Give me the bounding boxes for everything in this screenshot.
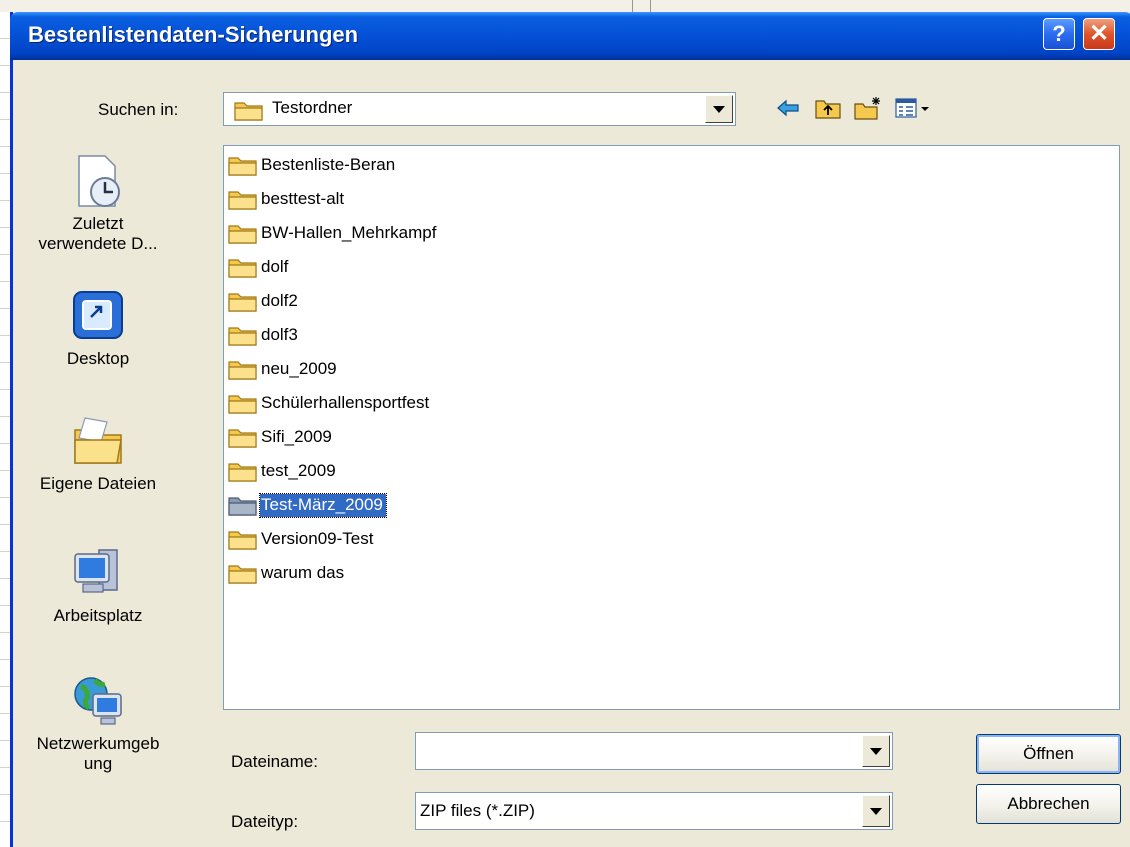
file-name: besttest-alt (261, 188, 345, 208)
file-name: dolf3 (261, 324, 298, 344)
new-folder-button[interactable] (853, 94, 883, 122)
my-computer-icon (74, 549, 118, 593)
file-item[interactable]: Sifi_2009 (228, 423, 335, 451)
file-item-selected[interactable]: Test-März_2009 (228, 491, 387, 519)
network-places-icon (74, 677, 122, 725)
folder-icon (228, 463, 257, 482)
file-item[interactable]: test_2009 (228, 457, 339, 485)
filename-dropdown-button[interactable] (862, 735, 890, 767)
folder-icon (228, 259, 257, 278)
place-recent-documents[interactable]: Zuletzt verwendete D... (3, 152, 193, 254)
file-name: dolf (261, 256, 289, 276)
view-menu-button[interactable] (893, 94, 933, 122)
filetype-label: Dateityp: (231, 812, 299, 831)
file-name: Bestenliste-Beran (261, 154, 396, 174)
folder-icon (234, 102, 263, 121)
filetype-dropdown-button[interactable] (862, 795, 890, 827)
cancel-button[interactable]: Abbrechen (976, 784, 1121, 824)
help-button[interactable]: ? (1043, 18, 1075, 50)
file-item[interactable]: BW-Hallen_Mehrkampf (228, 219, 439, 247)
file-item[interactable]: Version09-Test (228, 525, 376, 553)
lookin-label: Suchen in: (98, 100, 179, 119)
folder-icon (228, 429, 257, 448)
lookin-dropdown-button[interactable] (705, 95, 733, 123)
filename-combobox[interactable] (415, 732, 893, 770)
folder-icon (228, 531, 257, 550)
file-name: BW-Hallen_Mehrkampf (261, 222, 437, 242)
place-my-computer[interactable]: Arbeitsplatz (3, 544, 193, 626)
open-file-dialog: Bestenlistendaten-Sicherungen ? ✕ Suchen… (10, 12, 1130, 847)
folder-icon (228, 225, 257, 244)
chevron-down-icon (713, 105, 725, 113)
folder-icon (228, 293, 257, 312)
filetype-value: ZIP files (*.ZIP) (420, 801, 535, 820)
folder-icon (228, 157, 257, 176)
chevron-down-icon (870, 807, 882, 815)
file-item[interactable]: Schülerhallensportfest (228, 389, 432, 417)
desktop-icon (73, 291, 123, 339)
file-name: Version09-Test (261, 528, 374, 548)
file-name: test_2009 (261, 460, 336, 480)
file-name: warum das (261, 562, 345, 582)
file-item[interactable]: dolf3 (228, 321, 301, 349)
place-label-desktop: Desktop (66, 349, 130, 368)
file-list[interactable]: Bestenliste-Beran besttest-alt BW-Hallen… (223, 145, 1120, 710)
place-desktop[interactable]: Desktop (3, 287, 193, 369)
folder-icon (228, 327, 257, 346)
file-name: Test-März_2009 (259, 492, 387, 518)
file-name: Sifi_2009 (261, 426, 332, 446)
file-item[interactable]: warum das (228, 559, 347, 587)
file-item[interactable]: dolf2 (228, 287, 301, 315)
lookin-value: Testordner (272, 98, 353, 117)
back-button[interactable] (773, 94, 803, 122)
back-icon (777, 99, 799, 117)
place-label-my-documents: Eigene Dateien (39, 474, 157, 493)
filename-label: Dateiname: (231, 752, 318, 771)
place-network[interactable]: Netzwerkumgeb ung (3, 672, 193, 774)
folder-icon (228, 395, 257, 414)
place-my-documents[interactable]: Eigene Dateien (3, 412, 193, 494)
file-item[interactable]: dolf (228, 253, 291, 281)
folder-icon (228, 497, 257, 516)
chevron-down-icon (870, 747, 882, 755)
folder-icon (228, 191, 257, 210)
folder-icon (228, 565, 257, 584)
file-name: dolf2 (261, 290, 298, 310)
open-button[interactable]: Öffnen (976, 734, 1121, 774)
file-name: Schülerhallensportfest (261, 392, 430, 412)
lookin-combobox[interactable]: Testordner (223, 92, 736, 126)
title-bar[interactable]: Bestenlistendaten-Sicherungen ? ✕ (10, 12, 1130, 60)
new-folder-icon (854, 97, 880, 120)
up-folder-button[interactable] (813, 94, 843, 122)
file-item[interactable]: neu_2009 (228, 355, 340, 383)
dialog-title: Bestenlistendaten-Sicherungen (28, 22, 359, 47)
folder-icon (228, 361, 257, 380)
view-menu-icon (895, 98, 929, 118)
my-documents-icon (74, 417, 122, 464)
file-item[interactable]: Bestenliste-Beran (228, 151, 398, 179)
recent-documents-icon (78, 155, 120, 207)
place-label-my-computer: Arbeitsplatz (53, 606, 143, 625)
up-folder-icon (815, 100, 841, 119)
file-item[interactable]: besttest-alt (228, 185, 347, 213)
close-button[interactable]: ✕ (1083, 18, 1115, 50)
filetype-combobox[interactable]: ZIP files (*.ZIP) (415, 792, 893, 830)
file-name: neu_2009 (261, 358, 337, 378)
